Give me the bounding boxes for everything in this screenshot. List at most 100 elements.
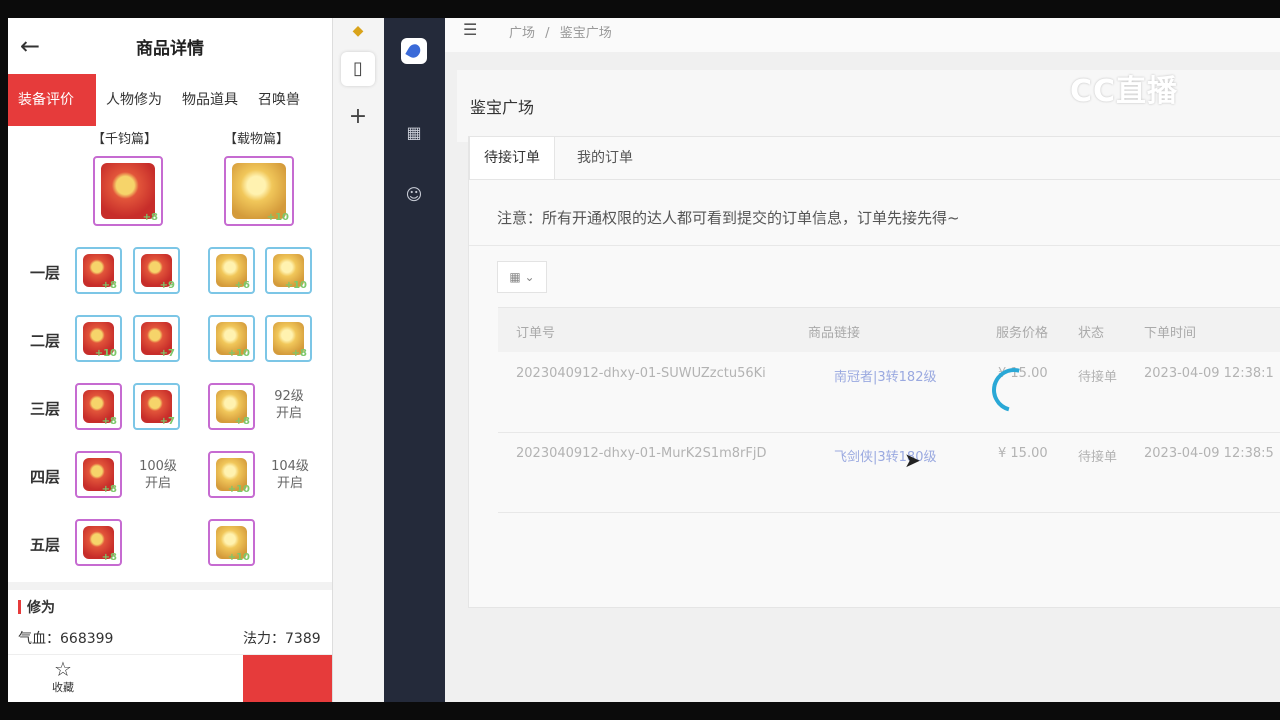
editor-toolbar: ◆ ▯ + bbox=[332, 18, 385, 702]
table-row bbox=[498, 432, 1280, 513]
product-link[interactable]: 飞剑侠|3转180级 bbox=[834, 446, 936, 465]
treasure-item[interactable]: +8 bbox=[208, 383, 255, 430]
item-level: +10 bbox=[227, 348, 250, 359]
table-row bbox=[498, 352, 1280, 433]
item-level: +8 bbox=[101, 280, 117, 291]
treasure-item[interactable]: +8 bbox=[75, 519, 122, 566]
cultivation-section-title: 修为 bbox=[18, 597, 55, 617]
breadcrumb-item-square[interactable]: 广场 bbox=[509, 26, 535, 41]
treasure-item[interactable]: +8 bbox=[75, 247, 122, 294]
row-label: 五层 bbox=[30, 536, 61, 554]
treasure-item[interactable]: +9 bbox=[133, 247, 180, 294]
mouse-cursor-icon: ➤ bbox=[904, 448, 921, 472]
tab-character-cultivation[interactable]: 人物修为 bbox=[96, 74, 172, 126]
order-time: 2023-04-09 12:38:5 bbox=[1144, 446, 1274, 461]
row-label: 一层 bbox=[30, 264, 61, 282]
header-product-link: 商品链接 bbox=[808, 326, 861, 341]
order-time: 2023-04-09 12:38:1 bbox=[1144, 366, 1274, 381]
order-no: 2023040912-dhxy-01-MurK2S1m8rFjD bbox=[516, 446, 767, 461]
notice-divider bbox=[469, 245, 1280, 246]
tab-my-orders[interactable]: 我的订单 bbox=[563, 137, 647, 179]
document-icon[interactable]: ▯ bbox=[341, 52, 375, 86]
item-level: +10 bbox=[94, 348, 117, 359]
header-service-price: 服务价格 bbox=[996, 326, 1049, 341]
order-status: 待接单 bbox=[1078, 370, 1118, 385]
locked-slot-label: 100级 开启 bbox=[139, 459, 177, 491]
admin-sidebar: ▦ ☺ bbox=[384, 18, 445, 702]
treasure-item[interactable]: +10 bbox=[208, 451, 255, 498]
section-divider bbox=[8, 582, 332, 590]
grid-icon: ▦ bbox=[509, 270, 521, 284]
treasure-item[interactable]: +10 bbox=[208, 519, 255, 566]
orders-panel: 待接订单 我的订单 注意：所有开通权限的达人都可看到提交的订单信息，订单先接先得… bbox=[468, 136, 1280, 608]
building-icon[interactable]: ▦ bbox=[401, 120, 427, 146]
tab-summons[interactable]: 召唤兽 bbox=[248, 74, 310, 126]
column-header-qianjun: 【千钧篇】 bbox=[92, 132, 158, 147]
mobile-bottom-bar: ☆ 收藏 bbox=[8, 654, 332, 702]
tab-equipment-eval[interactable]: 装备评价 bbox=[8, 74, 96, 126]
top-header: ☰ 广场 / 鉴宝广场 bbox=[445, 18, 1280, 52]
treasure-item[interactable]: +8 bbox=[75, 451, 122, 498]
breadcrumb: 广场 / 鉴宝广场 bbox=[509, 22, 612, 41]
order-no: 2023040912-dhxy-01-SUWUZzctu56Ki bbox=[516, 366, 766, 381]
item-level: +8 bbox=[291, 348, 307, 359]
header-order-no: 订单号 bbox=[516, 326, 556, 341]
order-status: 待接单 bbox=[1078, 450, 1118, 465]
product-link[interactable]: 南冠者|3转182级 bbox=[834, 366, 936, 385]
mobile-tabs: 装备评价 人物修为 物品道具 召唤兽 bbox=[8, 74, 332, 126]
page-title: 鉴宝广场 bbox=[470, 98, 535, 117]
header-status: 状态 bbox=[1078, 326, 1105, 341]
back-arrow-icon[interactable]: ← bbox=[20, 32, 40, 60]
favorite-label: 收藏 bbox=[52, 681, 74, 694]
service-price: ¥ 15.00 bbox=[998, 446, 1048, 461]
tab-pending-orders[interactable]: 待接订单 bbox=[469, 137, 555, 179]
row-label: 三层 bbox=[30, 400, 61, 418]
treasure-item[interactable]: +10 bbox=[265, 247, 312, 294]
treasure-item[interactable]: +6 bbox=[208, 247, 255, 294]
column-toggle-button[interactable]: ▦ ⌄ bbox=[497, 261, 547, 293]
favorite-button[interactable]: ☆ 收藏 bbox=[52, 659, 74, 695]
item-level: +8 bbox=[101, 552, 117, 563]
orders-table: 订单号 商品链接 服务价格 状态 下单时间 2023040912-dhxy-01… bbox=[498, 307, 1280, 513]
notice-text: 注意：所有开通权限的达人都可看到提交的订单信息，订单先接先得~ bbox=[497, 209, 960, 227]
breadcrumb-separator: / bbox=[545, 26, 550, 41]
user-icon[interactable]: ☺ bbox=[401, 182, 427, 208]
cc-live-watermark: CC直播 bbox=[1070, 74, 1179, 109]
locked-slot-label: 92级 开启 bbox=[274, 389, 304, 421]
treasure-item[interactable]: +10 bbox=[75, 315, 122, 362]
treasure-item[interactable]: +8 bbox=[93, 156, 163, 226]
item-level: +10 bbox=[284, 280, 307, 291]
item-level: +9 bbox=[159, 280, 175, 291]
scroll-red-icon bbox=[101, 163, 155, 219]
brand-logo-icon bbox=[401, 38, 427, 64]
mobile-header: ← 商品详情 bbox=[8, 18, 332, 74]
scroll-gold-icon bbox=[232, 163, 286, 219]
treasure-item[interactable]: +8 bbox=[75, 383, 122, 430]
item-level: +8 bbox=[101, 484, 117, 495]
star-icon: ☆ bbox=[54, 657, 72, 681]
menu-toggle-icon[interactable]: ☰ bbox=[463, 20, 477, 39]
item-level: +7 bbox=[159, 416, 175, 427]
column-header-zaiwu: 【载物篇】 bbox=[224, 132, 290, 147]
item-level: +10 bbox=[227, 484, 250, 495]
locked-slot-label: 104级 开启 bbox=[271, 459, 309, 491]
tab-items[interactable]: 物品道具 bbox=[172, 74, 248, 126]
chevron-down-icon: ⌄ bbox=[524, 270, 535, 284]
item-level: +10 bbox=[266, 212, 289, 223]
stat-hp: 气血：668399 bbox=[18, 631, 114, 647]
treasure-item[interactable]: +10 bbox=[224, 156, 294, 226]
stat-mp: 法力：7389 bbox=[243, 631, 321, 647]
main-content: ☰ 广场 / 鉴宝广场 鉴宝广场 CC直播 待接订单 我的订单 注意：所有开通权… bbox=[445, 18, 1280, 702]
treasure-item[interactable]: +7 bbox=[133, 315, 180, 362]
tab-divider bbox=[469, 179, 1280, 180]
treasure-item[interactable]: +8 bbox=[265, 315, 312, 362]
mobile-detail-panel: ← 商品详情 装备评价 人物修为 物品道具 召唤兽 【千钧篇】 【载物篇】 +8… bbox=[8, 18, 332, 702]
row-label: 二层 bbox=[30, 332, 61, 350]
buy-button[interactable] bbox=[243, 655, 332, 702]
item-level: +6 bbox=[234, 280, 250, 291]
treasure-item[interactable]: +10 bbox=[208, 315, 255, 362]
add-icon[interactable]: + bbox=[341, 100, 375, 134]
page-title: 商品详情 bbox=[136, 38, 204, 59]
item-level: +8 bbox=[101, 416, 117, 427]
treasure-item[interactable]: +7 bbox=[133, 383, 180, 430]
